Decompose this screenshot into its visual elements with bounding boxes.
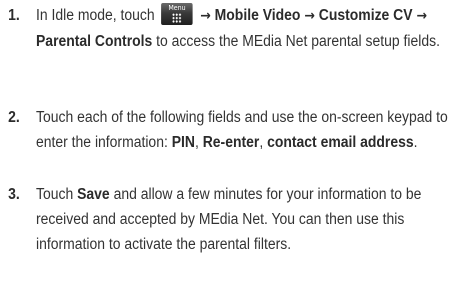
step-number: 3. (8, 186, 20, 203)
menu-path-item: Mobile Video (214, 7, 301, 24)
arrow-icon: → (416, 8, 428, 24)
step-number: 2. (8, 109, 20, 126)
arrow-icon: → (304, 8, 315, 24)
step-text: . (413, 134, 418, 151)
menu-path-item: Parental Controls (36, 33, 153, 50)
field-name: PIN (171, 134, 195, 151)
step-3: 3. Touch Save and allow a few minutes fo… (0, 182, 464, 257)
step-text: In Idle mode, touch (36, 7, 155, 24)
keypad-grid-icon (172, 13, 182, 23)
menu-key-label: Menu (168, 4, 186, 12)
menu-key-icon: Menu (161, 3, 193, 25)
step-text: Touch (36, 186, 78, 203)
separator: , (259, 134, 268, 151)
step-1: 1. In Idle mode, touch Menu → Mobile Vid… (0, 3, 464, 54)
step-text: to access the MEdia Net parental setup f… (152, 33, 440, 50)
field-name: contact email address (267, 134, 414, 151)
field-name: Re-enter (202, 134, 260, 151)
step-2: 2. Touch each of the following fields an… (0, 105, 464, 155)
step-number: 1. (8, 7, 20, 24)
action-name: Save (77, 186, 110, 203)
arrow-icon: → (200, 8, 211, 24)
menu-path-item: Customize CV (318, 7, 413, 24)
